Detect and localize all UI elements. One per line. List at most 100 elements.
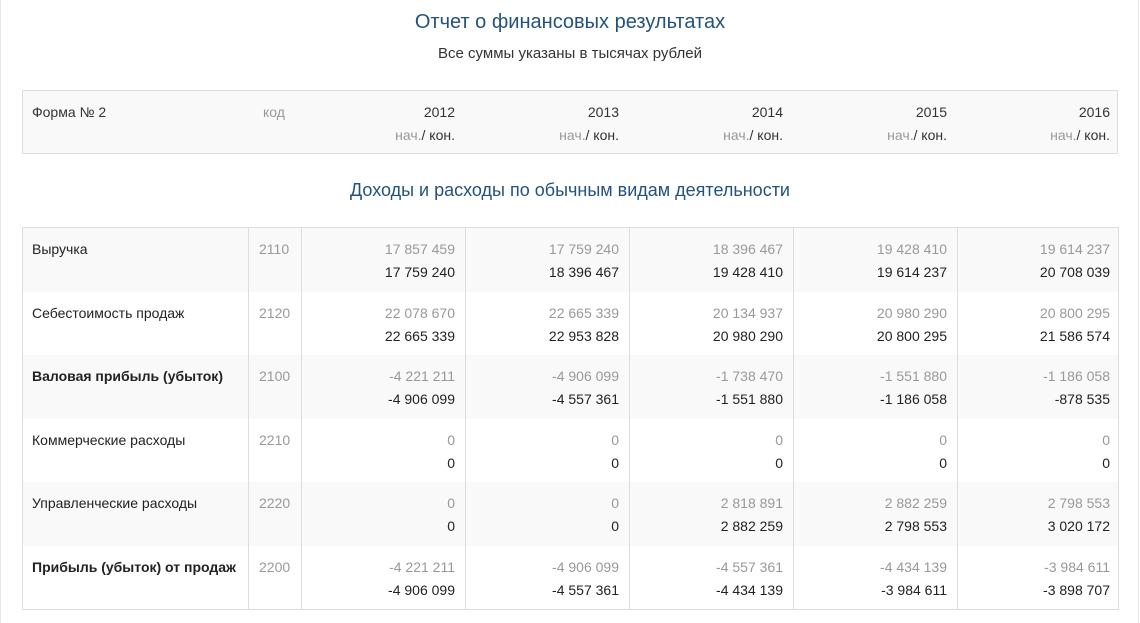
end-value-2013: -4 557 361 (552, 581, 619, 598)
row-label: Коммерческие расходы (32, 431, 186, 448)
begin-value-2014: -4 557 361 (716, 558, 783, 575)
column-divider (248, 228, 249, 609)
begin-value-2016: 20 800 295 (1039, 304, 1110, 321)
end-value-2013: 0 (611, 454, 619, 471)
page-title: Отчет о финансовых результатах (414, 11, 726, 33)
year-header-2016: 2016 (1078, 104, 1110, 120)
row-code: 2100 (259, 368, 291, 384)
end-value-2015: 0 (939, 454, 947, 471)
begin-label: нач. (723, 127, 750, 143)
end-value-2016: 3 020 172 (1047, 518, 1110, 534)
year-header-2012: 2012 (423, 104, 455, 120)
begin-value-2016: 19 614 237 (1039, 241, 1110, 257)
end-value-2016: 0 (1102, 454, 1110, 471)
end-value-2016: -3 898 707 (1043, 581, 1110, 598)
row-label: Валовая прибыль (убыток) (32, 368, 223, 384)
end-value-2012: -4 906 099 (388, 391, 455, 407)
row-code: 2210 (259, 431, 291, 448)
end-value-2015: -3 984 611 (881, 581, 947, 598)
end-value-2015: 20 800 295 (876, 327, 947, 344)
report-header: Форма № 2 код 2012 нач./ кон. 2013 нач./ ко… (22, 90, 1118, 154)
begin-value-2013: 17 759 240 (548, 241, 619, 257)
begin-label: нач. (887, 127, 914, 143)
begin-value-2014: 18 396 467 (712, 241, 783, 257)
table-row: Выручка 2110 17 857 459 17 759 240 18 396 46… (23, 228, 1118, 292)
begin-value-2012: 0 (447, 495, 455, 511)
begin-label: нач. (1050, 127, 1077, 143)
column-divider (793, 228, 794, 609)
table-row: Прибыль (убыток) от продаж 2200 -4 221 211… (23, 546, 1118, 610)
end-label: кон. (921, 127, 947, 143)
begin-value-2012: 17 857 459 (384, 241, 455, 257)
begin-value-2012: 22 078 670 (384, 304, 455, 321)
end-label: кон. (1084, 127, 1110, 143)
row-code: 2110 (259, 241, 290, 257)
year-header-2013: 2013 (587, 104, 619, 120)
end-value-2015: -1 186 058 (880, 391, 947, 407)
begin-value-2015: -4 434 139 (880, 558, 947, 575)
code-column-label: код (263, 104, 285, 120)
page-left-border (0, 0, 1, 623)
row-label: Выручка (32, 241, 88, 257)
begin-value-2015: 19 428 410 (876, 241, 947, 257)
section-title: Доходы и расходы по обычным видам деятел… (350, 180, 790, 200)
end-value-2012: 17 759 240 (384, 264, 455, 280)
end-value-2012: -4 906 099 (388, 581, 455, 598)
column-divider (629, 228, 630, 609)
begin-value-2015: -1 551 880 (880, 368, 947, 384)
period-label-2015: нач./ кон. (827, 127, 947, 143)
end-label: кон. (593, 127, 619, 143)
end-label: кон. (429, 127, 455, 143)
page-right-border (1138, 0, 1139, 623)
table-row: Коммерческие расходы 2210 0 0 0 0 0 0 0 0 0 0 (23, 419, 1118, 483)
end-value-2012: 22 665 339 (384, 327, 455, 344)
begin-value-2013: -4 906 099 (552, 368, 619, 384)
end-label: кон. (757, 127, 783, 143)
row-label: Прибыль (убыток) от продаж (32, 558, 236, 575)
end-value-2014: 2 882 259 (720, 518, 783, 534)
begin-value-2015: 2 882 259 (884, 495, 947, 511)
begin-value-2014: 20 134 937 (712, 304, 783, 321)
end-value-2012: 0 (447, 454, 455, 471)
end-value-2014: 20 980 290 (712, 327, 783, 344)
period-label-2013: нач./ кон. (499, 127, 619, 143)
begin-value-2015: 0 (939, 431, 947, 448)
row-label: Себестоимость продаж (32, 304, 185, 321)
begin-value-2013: 22 665 339 (548, 304, 619, 321)
begin-label: нач. (559, 127, 586, 143)
period-label-2012: нач./ кон. (335, 127, 455, 143)
end-value-2013: 22 953 828 (548, 327, 619, 344)
begin-value-2012: -4 221 211 (389, 368, 455, 384)
page-subtitle: Все суммы указаны в тысячах рублей (438, 45, 702, 62)
begin-label: нач. (395, 127, 422, 143)
begin-value-2014: 0 (775, 431, 783, 448)
row-code: 2200 (259, 558, 291, 575)
financial-results-table: Выручка 2110 17 857 459 17 759 240 18 396 46… (22, 227, 1119, 610)
end-value-2015: 19 614 237 (876, 264, 947, 280)
begin-value-2012: -4 221 211 (389, 558, 455, 575)
begin-value-2014: 2 818 891 (720, 495, 783, 511)
end-value-2016: 20 708 039 (1039, 264, 1110, 280)
begin-value-2013: 0 (611, 495, 619, 511)
end-value-2015: 2 798 553 (884, 518, 947, 534)
end-value-2013: 18 396 467 (548, 264, 619, 280)
begin-value-2016: -1 186 058 (1043, 368, 1110, 384)
column-divider (957, 228, 958, 609)
row-label: Управленческие расходы (32, 495, 198, 511)
column-divider (301, 228, 302, 609)
year-header-2015: 2015 (915, 104, 947, 120)
table-row: Управленческие расходы 2220 0 0 2 818 891 2 8… (23, 482, 1118, 546)
begin-value-2012: 0 (447, 431, 455, 448)
end-value-2016: -878 535 (1054, 391, 1110, 407)
begin-value-2015: 20 980 290 (876, 304, 947, 321)
begin-value-2013: -4 906 099 (552, 558, 619, 575)
period-label-2016: нач./ кон. (990, 127, 1110, 143)
begin-value-2016: -3 984 611 (1044, 558, 1110, 575)
end-value-2013: 0 (611, 518, 619, 534)
begin-value-2014: -1 738 470 (716, 368, 783, 384)
begin-value-2016: 0 (1102, 431, 1110, 448)
end-value-2014: 19 428 410 (712, 264, 783, 280)
begin-value-2016: 2 798 553 (1047, 495, 1110, 511)
row-code: 2120 (259, 304, 291, 321)
begin-value-2013: 0 (611, 431, 619, 448)
